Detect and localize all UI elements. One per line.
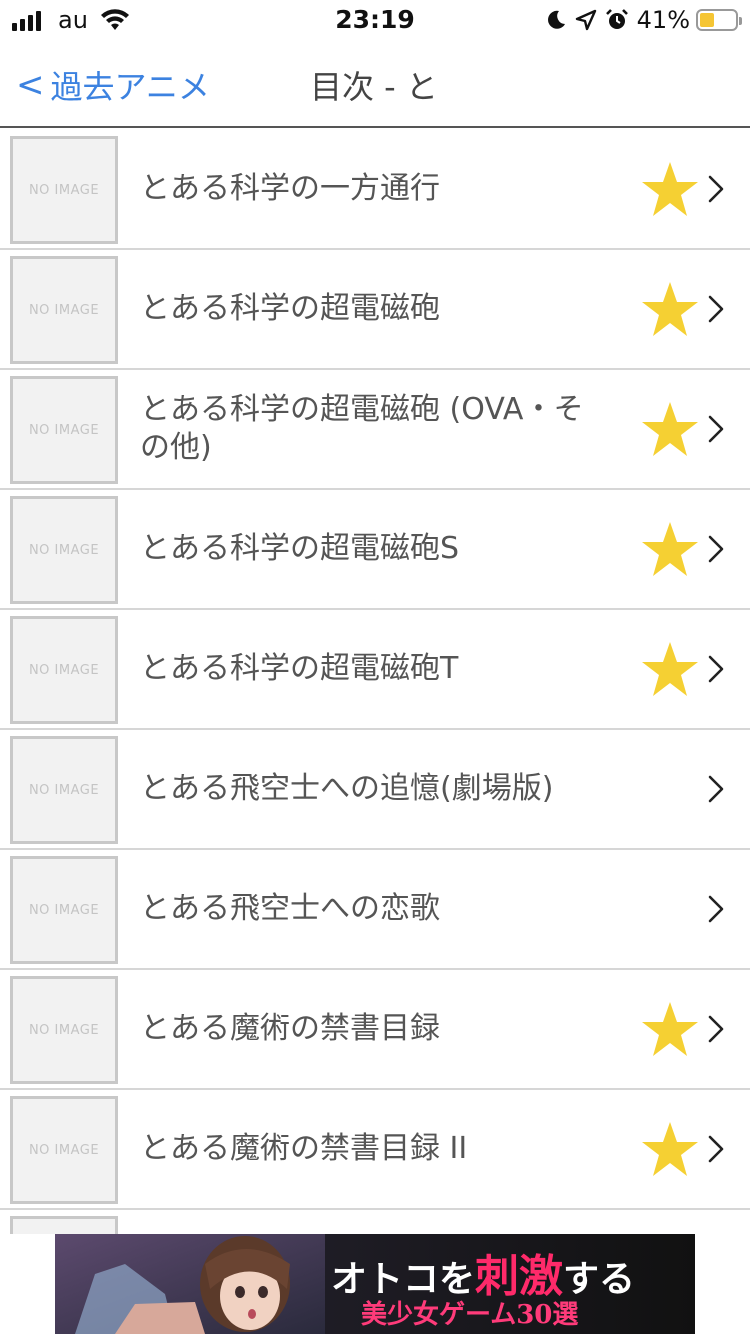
favorite-star-icon[interactable] — [640, 1000, 700, 1060]
list-item-title: とある飛空士への追憶(劇場版) — [140, 771, 554, 806]
thumbnail-label: NO IMAGE — [28, 662, 100, 678]
favorite-star-icon[interactable] — [640, 280, 700, 340]
thumbnail-placeholder: NO IMAGE — [10, 376, 118, 484]
thumbnail-placeholder: NO IMAGE — [10, 256, 118, 364]
battery-icon — [696, 9, 742, 31]
thumbnail-label: NO IMAGE — [28, 1142, 100, 1158]
list-item-title: とある科学の一方通行 — [140, 171, 440, 206]
back-button[interactable]: < 過去アニメ — [16, 62, 210, 108]
list-item[interactable]: NO IMAGE とある科学の超電磁砲 — [0, 250, 750, 370]
anime-list[interactable]: NO IMAGE とある科学の一方通行 NO IMAGE とある科学の超電磁砲 NO I… — [0, 130, 750, 1234]
ad-subheadline: 美少女ゲーム30選 — [361, 1300, 579, 1330]
list-item[interactable]: NO IMAGE とある科学の超電磁砲 (OVA・その他) — [0, 370, 750, 490]
thumbnail-placeholder: NO IMAGE — [10, 736, 118, 844]
ad-character-image — [55, 1234, 325, 1334]
thumbnail-label: NO IMAGE — [28, 422, 100, 438]
thumbnail-label: NO IMAGE — [28, 1022, 100, 1038]
thumbnail-placeholder: NO IMAGE — [10, 856, 118, 964]
disclosure-chevron-icon — [706, 414, 726, 444]
list-item[interactable]: NO IMAGE とある魔術の禁書目録 — [0, 970, 750, 1090]
battery-fill — [700, 13, 714, 27]
thumbnail-placeholder: NO IMAGE — [10, 496, 118, 604]
back-chevron-icon: < — [16, 65, 45, 105]
list-item[interactable]: NO IMAGE とある科学の超電磁砲S — [0, 490, 750, 610]
thumbnail-label: NO IMAGE — [28, 782, 100, 798]
thumbnail-placeholder: NO IMAGE — [10, 616, 118, 724]
disclosure-chevron-icon — [706, 774, 726, 804]
disclosure-chevron-icon — [706, 534, 726, 564]
list-item[interactable]: NO IMAGE とある飛空士への恋歌 — [0, 850, 750, 970]
moon-icon — [547, 10, 565, 29]
battery-percent: 41% — [636, 6, 690, 34]
list-item[interactable]: NO IMAGE とある科学の一方通行 — [0, 130, 750, 250]
list-item-title: とある魔術の禁書目録 II — [140, 1131, 468, 1166]
thumbnail-placeholder — [10, 1216, 118, 1234]
disclosure-chevron-icon — [706, 1134, 726, 1164]
thumbnail-placeholder: NO IMAGE — [10, 136, 118, 244]
ad-banner[interactable]: オトコを刺激する 美少女ゲーム30選 — [55, 1234, 695, 1334]
disclosure-chevron-icon — [706, 294, 726, 324]
disclosure-chevron-icon — [706, 894, 726, 924]
disclosure-chevron-icon — [706, 174, 726, 204]
thumbnail-label: NO IMAGE — [28, 542, 100, 558]
list-item-title: とある科学の超電磁砲T — [140, 651, 459, 686]
list-item-title: とある科学の超電磁砲S — [140, 531, 460, 566]
list-item-title: とある科学の超電磁砲 — [140, 291, 440, 326]
list-item[interactable]: NO IMAGE とある飛空士への追憶(劇場版) — [0, 730, 750, 850]
list-item-title: とある科学の超電磁砲 (OVA・その他) — [140, 392, 584, 465]
favorite-star-icon[interactable] — [640, 1120, 700, 1180]
favorite-star-icon[interactable] — [640, 640, 700, 700]
thumbnail-label: NO IMAGE — [28, 302, 100, 318]
navigation-bar: < 過去アニメ 目次 - と — [0, 40, 750, 128]
favorite-star-icon[interactable] — [640, 400, 700, 460]
status-right: 41% — [537, 6, 742, 34]
thumbnail-placeholder: NO IMAGE — [10, 1096, 118, 1204]
favorite-star-icon[interactable] — [640, 160, 700, 220]
list-item[interactable]: NO IMAGE とある科学の超電磁砲T — [0, 610, 750, 730]
disclosure-chevron-icon — [706, 654, 726, 684]
alarm-icon — [605, 9, 628, 29]
disclosure-chevron-icon — [706, 1014, 726, 1044]
favorite-star-icon[interactable] — [640, 520, 700, 580]
back-button-label: 過去アニメ — [50, 68, 210, 106]
status-bar: au 23:19 41% — [0, 0, 750, 40]
list-item[interactable] — [0, 1210, 750, 1234]
screen: au 23:19 41% < 過去アニメ 目次 - と NO IMAGE とある… — [0, 0, 750, 1334]
thumbnail-placeholder: NO IMAGE — [10, 976, 118, 1084]
list-item-title: とある飛空士への恋歌 — [140, 891, 440, 926]
list-item-title: とある魔術の禁書目録 — [140, 1011, 440, 1046]
location-arrow-icon — [575, 9, 596, 31]
thumbnail-label: NO IMAGE — [28, 902, 100, 918]
page-title: 目次 - と — [310, 68, 438, 106]
thumbnail-label: NO IMAGE — [28, 182, 100, 198]
list-item[interactable]: NO IMAGE とある魔術の禁書目録 II — [0, 1090, 750, 1210]
